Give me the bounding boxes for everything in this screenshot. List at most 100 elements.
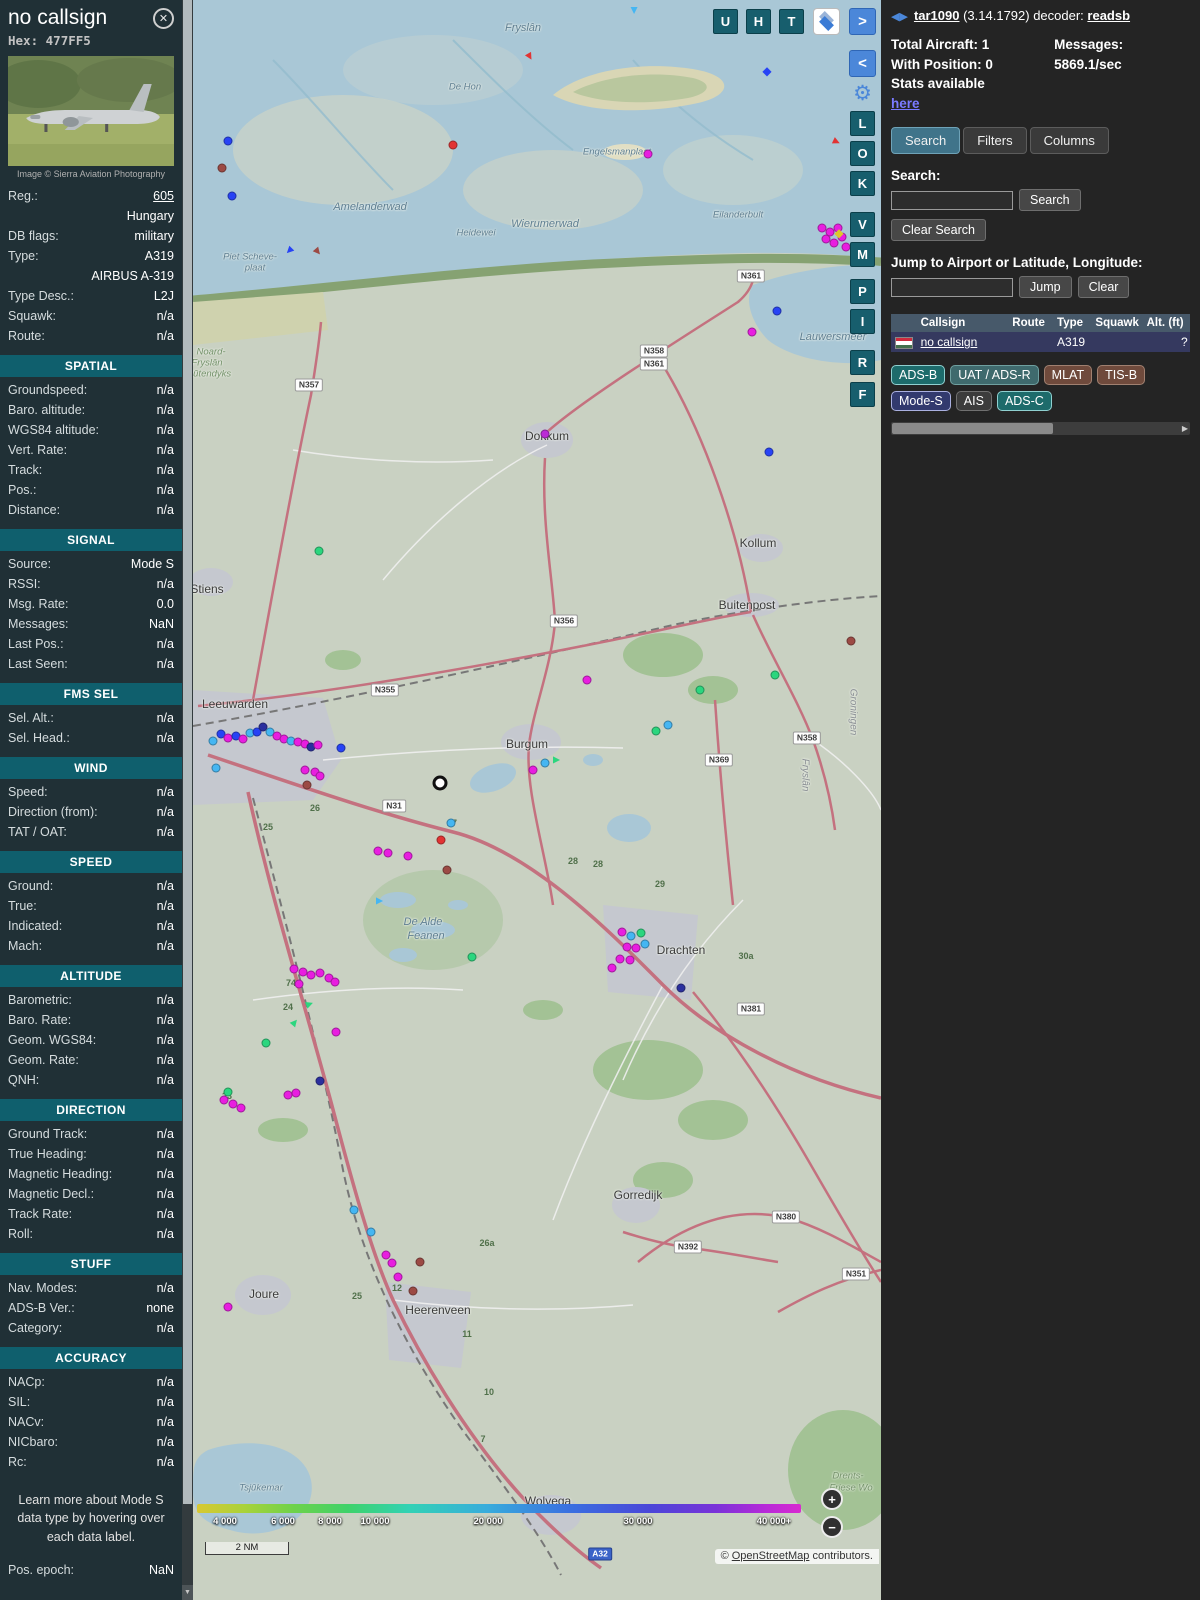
aircraft-position-dot[interactable] [448,140,458,150]
tab-button[interactable]: Columns [1029,127,1109,155]
scrollbar-thumb[interactable] [183,0,192,1504]
aircraft-position-dot[interactable] [373,846,383,856]
aircraft-position-dot[interactable] [315,968,325,978]
aircraft-position-dot[interactable] [313,740,323,750]
aircraft-position-dot[interactable] [540,758,550,768]
aircraft-position-dot[interactable] [640,939,650,949]
aircraft-position-dot[interactable] [393,1272,403,1282]
aircraft-position-dot[interactable] [236,1103,246,1113]
aircraft-position-dot[interactable] [383,848,393,858]
source-filter-chip[interactable]: Mode-S [891,391,951,412]
map-letter-button[interactable]: I [850,309,875,334]
aircraft-position-dot[interactable] [223,1087,233,1097]
stats-here-link[interactable]: here [891,96,920,111]
expand-panel-button[interactable]: > [849,8,876,35]
aircraft-position-dot[interactable] [387,1258,397,1268]
aircraft-position-dot[interactable] [764,447,774,457]
aircraft-position-dot[interactable] [626,931,636,941]
map-letter-button[interactable]: P [850,279,875,304]
aircraft-position-dot[interactable] [330,977,340,987]
selected-aircraft-marker[interactable] [432,775,448,791]
map-letter-button[interactable]: R [850,350,875,375]
map[interactable]: Fryslân De Hon Engelsmanplaat Amelanderwad W… [193,0,881,1600]
aircraft-position-dot[interactable] [615,954,625,964]
map-letter-button[interactable]: M [850,242,875,267]
aircraft-position-dot[interactable] [676,983,686,993]
table-horizontal-scrollbar[interactable]: ▶ [891,422,1190,436]
zoom-out-button[interactable]: − [821,1516,843,1538]
tar1090-link[interactable]: tar1090 [914,8,960,23]
aircraft-position-dot[interactable] [622,942,632,952]
scrollbar-thumb[interactable] [892,423,1054,435]
aircraft-icon[interactable]: ▲ [373,895,387,907]
map-letter-button[interactable]: V [850,212,875,237]
aircraft-position-dot[interactable] [314,546,324,556]
aircraft-position-dot[interactable] [315,771,325,781]
aircraft-position-dot[interactable] [651,726,661,736]
aircraft-position-dot[interactable] [291,1088,301,1098]
map-mode-button[interactable]: H [746,9,771,34]
aircraft-position-dot[interactable] [436,835,446,845]
aircraft-position-dot[interactable] [349,1205,359,1215]
aircraft-position-dot[interactable] [294,979,304,989]
aircraft-position-dot[interactable] [631,943,641,953]
tab-button[interactable]: Search [891,127,961,155]
aircraft-position-dot[interactable] [219,1095,229,1105]
aircraft-position-dot[interactable] [663,720,673,730]
aircraft-position-dot[interactable] [625,955,635,965]
aircraft-position-dot[interactable] [211,763,221,773]
aircraft-position-dot[interactable] [223,1302,233,1312]
table-header-row[interactable]: Callsign Route Type Squawk Alt. (ft) S [891,314,1190,333]
aircraft-icon[interactable]: ◆ [834,227,843,239]
aircraft-position-dot[interactable] [636,928,646,938]
aircraft-position-dot[interactable] [607,963,617,973]
aircraft-position-dot[interactable] [223,136,233,146]
aircraft-position-dot[interactable] [643,149,653,159]
panel-narrow-icon[interactable]: ▶ [899,11,907,23]
aircraft-position-dot[interactable] [261,1038,271,1048]
aircraft-position-dot[interactable] [315,1076,325,1086]
map-letter-button[interactable]: F [850,382,875,407]
source-filter-chip[interactable]: ADS-C [996,391,1052,412]
aircraft-position-dot[interactable] [302,780,312,790]
aircraft-position-dot[interactable] [770,670,780,680]
row-callsign-link[interactable]: no callsign [921,335,978,349]
osm-link[interactable]: OpenStreetMap [732,1550,810,1562]
jump-clear-button[interactable]: Clear [1077,276,1130,299]
settings-gear-icon[interactable]: ⚙ [853,83,872,104]
aircraft-table-row[interactable]: no callsign A319 ? [891,332,1190,353]
aircraft-position-dot[interactable] [208,736,218,746]
map-mode-button[interactable]: T [779,9,804,34]
aircraft-position-dot[interactable] [446,818,456,828]
source-filter-chip[interactable]: ADS-B [891,365,946,386]
aircraft-position-dot[interactable] [289,964,299,974]
map-mode-button[interactable]: U [713,9,738,34]
detail-panel-scrollbar[interactable]: ▼ [182,0,193,1600]
readsb-link[interactable]: readsb [1087,8,1130,23]
aircraft-position-dot[interactable] [540,429,550,439]
aircraft-icon[interactable]: ◆ [762,65,771,77]
aircraft-position-dot[interactable] [227,191,237,201]
aircraft-position-dot[interactable] [528,765,538,775]
aircraft-position-dot[interactable] [695,685,705,695]
aircraft-position-dot[interactable] [467,952,477,962]
map-letter-button[interactable]: L [850,111,875,136]
jump-input[interactable] [891,277,1013,297]
aircraft-position-dot[interactable] [366,1227,376,1237]
clear-search-button[interactable]: Clear Search [891,219,986,242]
aircraft-position-dot[interactable] [336,743,346,753]
map-letter-button[interactable]: O [850,141,875,166]
aircraft-icon[interactable]: ▲ [550,754,564,766]
collapse-panel-button[interactable]: < [849,50,876,77]
aircraft-position-dot[interactable] [442,865,452,875]
map-letter-button[interactable]: K [850,171,875,196]
aircraft-position-dot[interactable] [617,927,627,937]
layers-icon[interactable] [813,8,840,35]
search-input[interactable] [891,190,1013,210]
tab-button[interactable]: Filters [963,127,1027,155]
aircraft-position-dot[interactable] [217,163,227,173]
aircraft-position-dot[interactable] [408,1286,418,1296]
aircraft-position-dot[interactable] [331,1027,341,1037]
aircraft-position-dot[interactable] [306,970,316,980]
source-filter-chip[interactable]: UAT / ADS-R [950,365,1039,386]
